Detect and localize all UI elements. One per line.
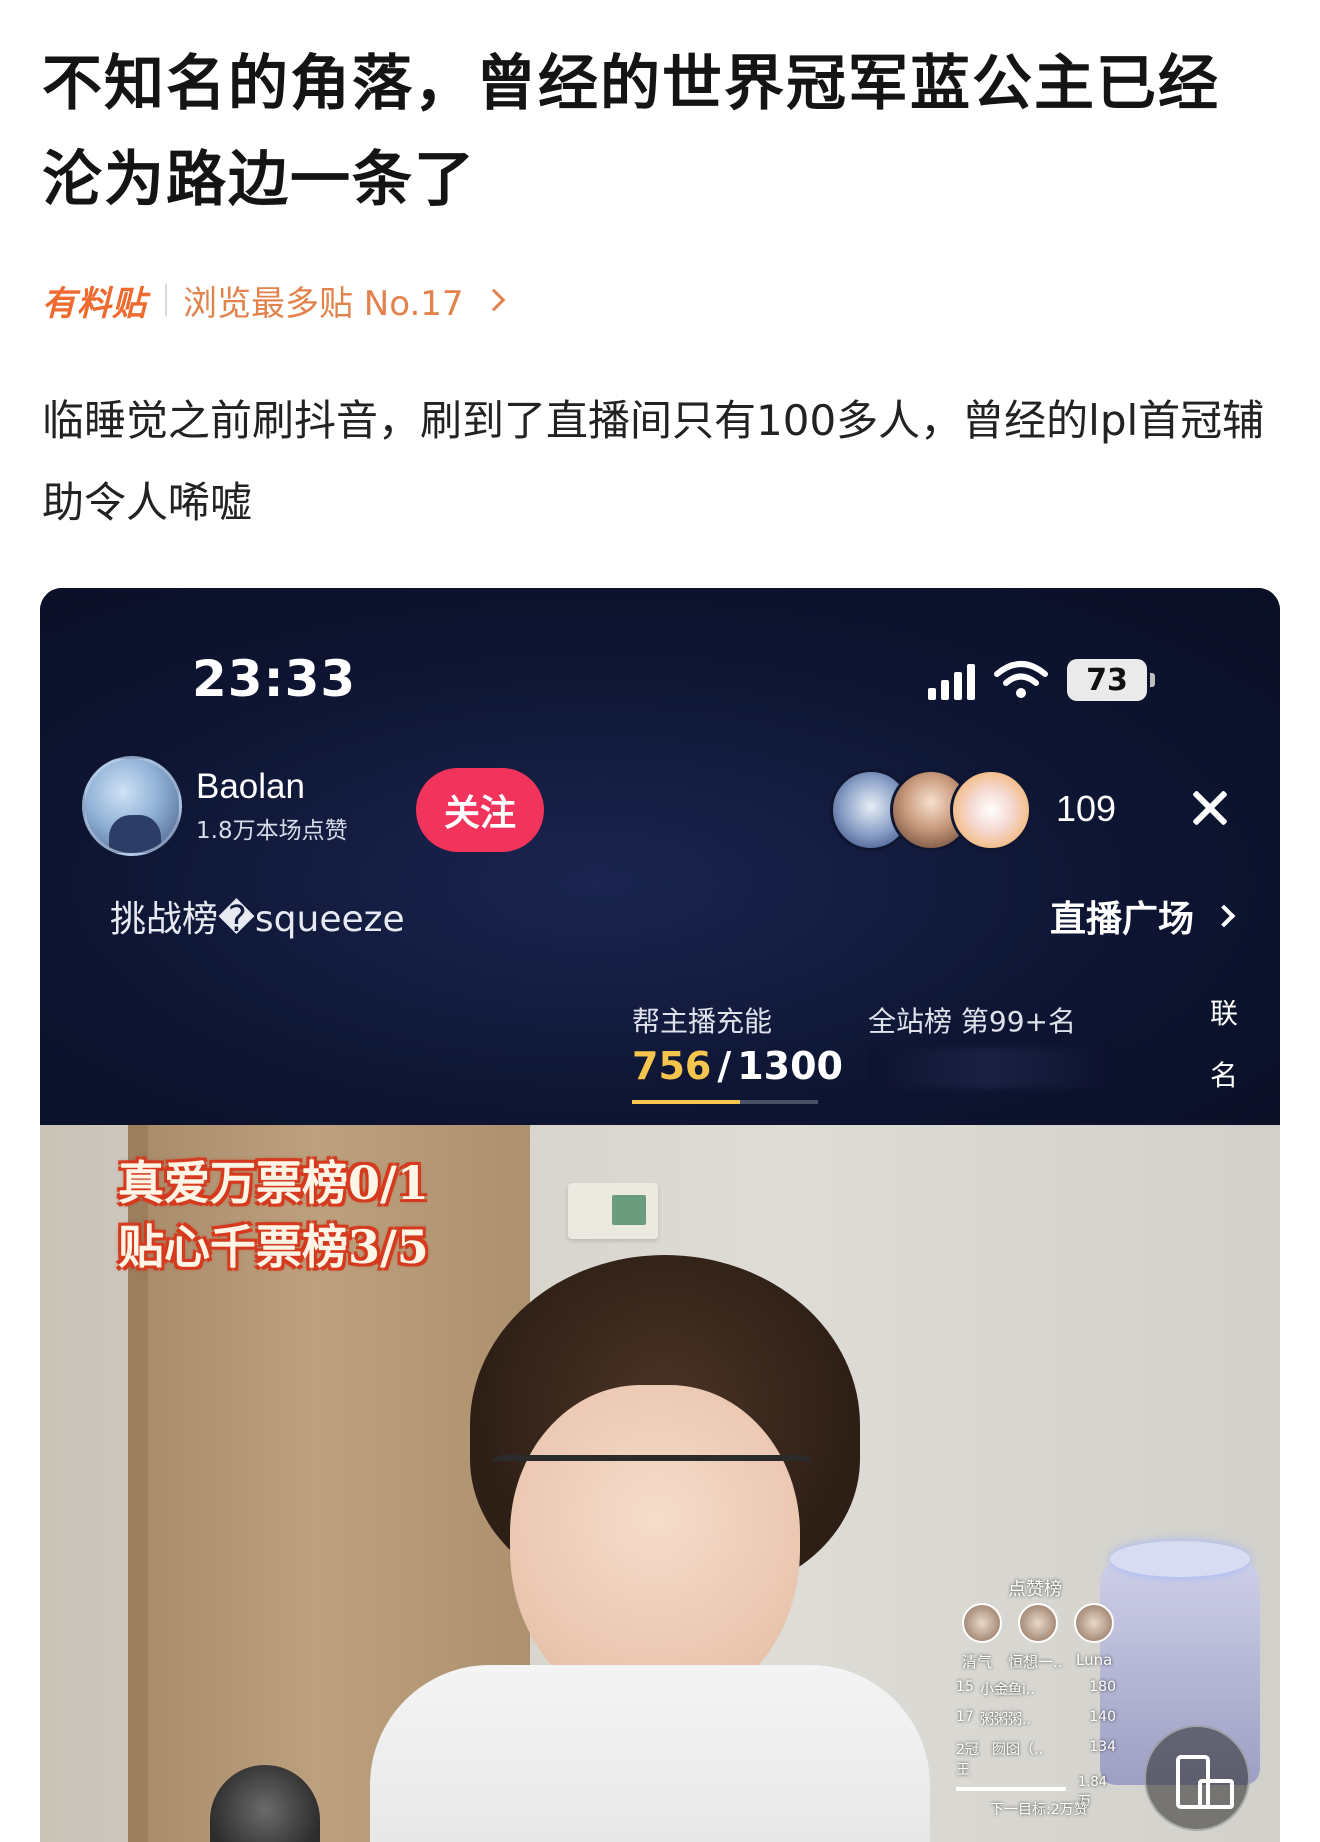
likes-board-title: 点赞榜: [1008, 1579, 1062, 1600]
stream-video[interactable]: 真爱万票榜0/1 贴心千票榜3/5 点赞榜 清气 恒想一.. Luna 15 小…: [40, 1125, 1280, 1842]
board-name: 粥粥粥..: [980, 1712, 1031, 1728]
wall-switch: [568, 1183, 658, 1239]
board-score: 180: [1089, 1679, 1116, 1695]
live-stream-screenshot[interactable]: 23:33 73 Baolan 1.8万本场点赞 关注 109 挑战榜�sque…: [40, 588, 1280, 1842]
charge-total: 1300: [737, 1044, 843, 1088]
charge-current: 756: [632, 1044, 712, 1088]
board-score: 134: [1089, 1739, 1116, 1755]
site-rank-label[interactable]: 全站榜 第99+名: [868, 1000, 1076, 1040]
vote-board-overlay: 真爱万票榜0/1 贴心千票榜3/5: [118, 1151, 429, 1279]
charge-progress-bar: [632, 1100, 818, 1104]
rotate-screen-icon[interactable]: [1144, 1725, 1250, 1831]
charge-slash: /: [717, 1044, 732, 1088]
post-rank-link[interactable]: 浏览最多贴 No.17: [183, 276, 464, 325]
blurred-rank-info: [868, 1048, 1108, 1088]
streamer-glasses: [492, 1455, 812, 1535]
board-score: 140: [1089, 1709, 1116, 1725]
viewer-avatar[interactable]: [950, 769, 1032, 851]
top-fan-avatar: [1074, 1603, 1114, 1643]
top-fan-name: 恒想一..: [1008, 1653, 1063, 1671]
board-name: 小金鱼i..: [980, 1682, 1035, 1698]
follow-button[interactable]: 关注: [416, 768, 544, 852]
cellular-signal-icon: [928, 660, 975, 700]
post-brand-tag: 有料贴: [42, 283, 147, 324]
streamer-info[interactable]: Baolan 1.8万本场点赞: [82, 756, 348, 856]
top-fan-name: Luna: [1076, 1651, 1113, 1669]
likes-progress-bar: [956, 1787, 1066, 1791]
charge-value[interactable]: 756 / 1300: [632, 1044, 843, 1088]
joint-rank-label-bottom[interactable]: 名: [1210, 1054, 1238, 1094]
overlay-line-2: 贴心千票榜3/5: [118, 1220, 429, 1274]
streamer-name: Baolan: [196, 767, 305, 806]
viewer-avatars[interactable]: [830, 768, 1032, 852]
top-fan-avatar: [962, 1603, 1002, 1643]
board-rank: 15: [956, 1679, 974, 1695]
post-meta[interactable]: 有料贴 浏览最多贴 No.17: [42, 276, 505, 325]
charge-progress-fill: [632, 1100, 740, 1104]
streamer-likes: 1.8万本场点赞: [196, 818, 348, 844]
chevron-right-icon: [482, 288, 505, 312]
battery-indicator: 73: [1067, 659, 1155, 701]
board-row: 15 小金鱼i.. 180: [956, 1679, 1116, 1699]
live-plaza-link[interactable]: 直播广场: [1050, 890, 1236, 942]
board-row: 2冠王 囫囵（.. 134: [956, 1739, 1116, 1779]
viewer-count[interactable]: 109: [1056, 788, 1116, 830]
joint-rank-label-top[interactable]: 联: [1210, 992, 1238, 1032]
close-icon[interactable]: [1188, 786, 1232, 830]
post-title: 不知名的角落，曾经的世界冠军蓝公主已经沦为路边一条了: [42, 49, 1220, 215]
live-plaza-label: 直播广场: [1050, 899, 1195, 940]
meta-divider: [165, 284, 167, 316]
streamer-avatar[interactable]: [82, 756, 182, 856]
challenge-board-link[interactable]: 挑战榜�squeeze: [110, 890, 405, 942]
chevron-right-icon: [1212, 904, 1236, 928]
likes-next-goal: 下一目标:2万赞: [990, 1802, 1088, 1818]
wifi-icon: [994, 661, 1048, 698]
charge-label: 帮主播充能: [632, 1005, 773, 1038]
overlay-line-1: 真爱万票榜0/1: [118, 1156, 429, 1210]
status-time: 23:33: [192, 650, 357, 708]
post-body: 临睡觉之前刷抖音，刷到了直播间只有100多人，曾经的lpl首冠辅助令人唏嘘: [42, 396, 1265, 527]
board-rank: 2冠王: [956, 1742, 979, 1778]
status-icons: 73: [928, 658, 1155, 702]
board-name: 囫囵（..: [992, 1742, 1043, 1758]
board-row: 17 粥粥粥.. 140: [956, 1709, 1116, 1729]
streamer-shirt: [370, 1665, 930, 1842]
top-fan-name: 清气: [962, 1653, 993, 1671]
top-fan-avatar: [1018, 1603, 1058, 1643]
board-rank: 17: [956, 1709, 974, 1725]
